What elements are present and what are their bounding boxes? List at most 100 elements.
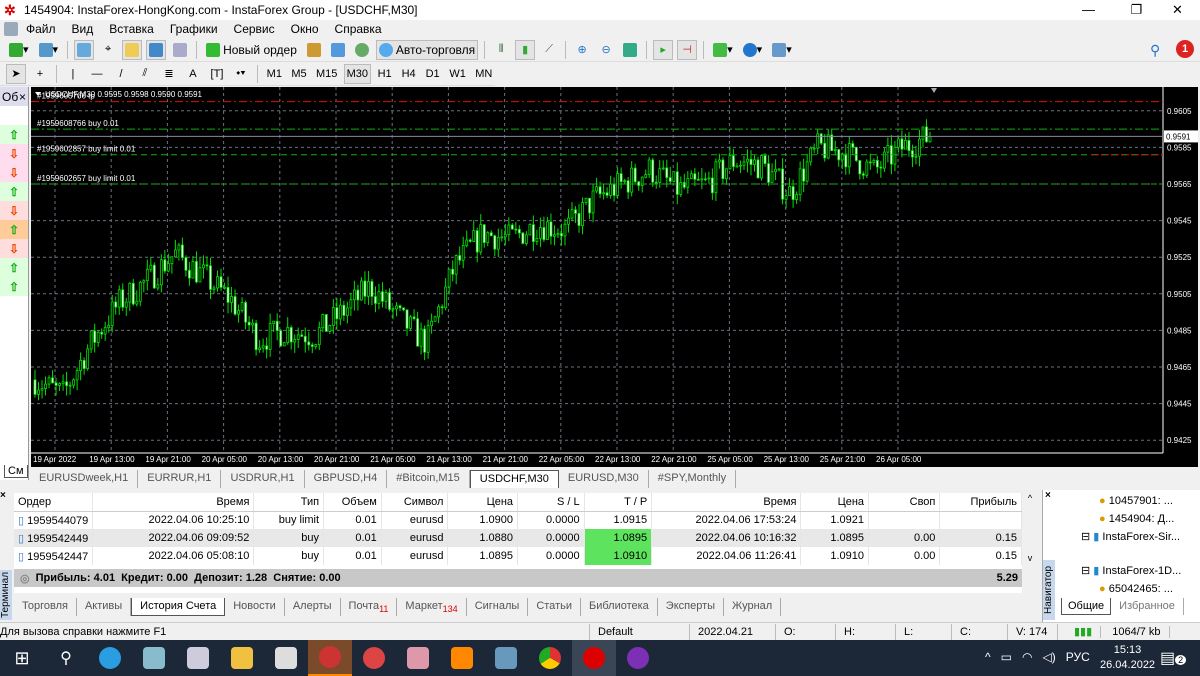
terminal-tab[interactable]: Маркет134: [397, 598, 467, 616]
horizontal-line-tool[interactable]: —: [87, 64, 107, 84]
search-button[interactable]: ⚲: [44, 640, 88, 676]
tree-item-account[interactable]: ● 1454904: Д...: [1059, 510, 1185, 528]
terminal-tab[interactable]: Эксперты: [658, 598, 725, 616]
arrow-down-icon[interactable]: ⇩: [0, 239, 28, 258]
chart-tab[interactable]: #SPY,Monthly: [649, 470, 737, 488]
terminal-tab[interactable]: Активы: [77, 598, 132, 616]
close-button[interactable]: ✕: [1155, 0, 1200, 20]
tree-item-account[interactable]: ● 65042465: ...: [1059, 580, 1185, 598]
app-active[interactable]: [308, 640, 352, 676]
new-chart-button[interactable]: ▾: [6, 40, 32, 60]
table-row[interactable]: ▯ 1959544079 2022.04.06 10:25:10 buy limit…: [14, 511, 1022, 529]
chart-tab[interactable]: USDRUR,H1: [221, 470, 305, 488]
tab-common[interactable]: Общие: [1061, 598, 1112, 615]
navigator-button[interactable]: [122, 39, 143, 60]
panel-tab[interactable]: См: [4, 465, 28, 478]
tree-item-server[interactable]: ⊟ ▮ InstaForex-1D...: [1059, 562, 1185, 580]
timeframe-h4[interactable]: H4: [399, 64, 419, 84]
column-header[interactable]: Своп: [868, 493, 941, 512]
column-header[interactable]: S / L: [517, 493, 585, 512]
column-header[interactable]: Цена: [447, 493, 519, 512]
telegram-app[interactable]: [88, 640, 132, 676]
tab-favorites[interactable]: Избранное: [1111, 598, 1184, 615]
market-watch-button[interactable]: [74, 39, 95, 60]
terminal-tab[interactable]: Журнал: [724, 598, 782, 616]
close-icon[interactable]: ×: [1045, 490, 1051, 501]
terminal-tab[interactable]: Библиотека: [581, 598, 658, 616]
calculator-app[interactable]: [264, 640, 308, 676]
volume-icon[interactable]: ◁): [1042, 650, 1055, 664]
timeframe-w1[interactable]: W1: [447, 64, 469, 84]
snipping-app[interactable]: [352, 640, 396, 676]
arrow-up-icon[interactable]: [0, 106, 28, 125]
tor-app[interactable]: [616, 640, 660, 676]
bar-chart-button[interactable]: ⫴: [491, 40, 511, 60]
arrow-up-icon[interactable]: ⇧: [0, 277, 28, 296]
profiles-button[interactable]: ▾: [36, 40, 62, 60]
line-chart-button[interactable]: ⟋: [539, 40, 559, 60]
search-icon[interactable]: ⚲: [1150, 42, 1160, 59]
menu-window[interactable]: Окно: [283, 22, 327, 36]
indicators-button[interactable]: ▾: [710, 40, 736, 60]
notifications-badge[interactable]: 1: [1176, 40, 1194, 58]
arrow-down-icon[interactable]: ⇩: [0, 201, 28, 220]
data-window-button[interactable]: ⌖: [98, 40, 118, 60]
clock[interactable]: 15:13 26.04.2022: [1100, 643, 1155, 673]
price-chart[interactable]: 0.9605 0.9585 0.9565 0.9545 0.9525 0.9505 0.94…: [31, 87, 1198, 467]
minimize-button[interactable]: —: [1066, 0, 1111, 20]
chart-tab[interactable]: EURUSD,M30: [559, 470, 649, 488]
cursor-tool[interactable]: ➤: [6, 63, 26, 84]
templates-button[interactable]: ▾: [769, 40, 795, 60]
restore-button[interactable]: ❐: [1114, 0, 1159, 20]
terminal-tab[interactable]: Статьи: [528, 598, 581, 616]
community-button[interactable]: [328, 40, 348, 60]
arrow-up-icon[interactable]: ⇧: [0, 258, 28, 277]
timeframe-m1[interactable]: M1: [264, 64, 285, 84]
terminal-tab[interactable]: Сигналы: [467, 598, 529, 616]
menu-view[interactable]: Вид: [64, 22, 102, 36]
candlestick-button[interactable]: ▮: [515, 39, 536, 60]
close-icon[interactable]: ×: [0, 490, 12, 501]
language-indicator[interactable]: РУС: [1066, 650, 1090, 664]
timeframe-mn[interactable]: MN: [473, 64, 495, 84]
arrow-up-icon[interactable]: ⇧: [0, 182, 28, 201]
terminal-tab[interactable]: Почта11: [341, 598, 398, 616]
table-row[interactable]: ▯ 1959542449 2022.04.06 09:09:52 buy 0.01 eu…: [14, 529, 1022, 547]
arrow-up-icon[interactable]: ⇧: [0, 125, 28, 144]
chevron-up-icon[interactable]: ^: [985, 650, 991, 664]
menu-tools[interactable]: Сервис: [226, 22, 283, 36]
terminal-tab[interactable]: Новости: [225, 598, 285, 616]
chrome-app[interactable]: [528, 640, 572, 676]
terminal-button[interactable]: [146, 39, 167, 60]
timeframe-m30[interactable]: M30: [344, 63, 371, 84]
equidistant-channel-tool[interactable]: ⫽: [135, 64, 155, 84]
close-icon[interactable]: ×: [19, 90, 26, 104]
chart-tab[interactable]: EURRUR,H1: [138, 470, 222, 488]
arrow-down-icon[interactable]: ⇩: [0, 144, 28, 163]
start-button[interactable]: ⊞: [0, 640, 44, 676]
column-header[interactable]: Время: [92, 493, 255, 512]
network-app[interactable]: [484, 640, 528, 676]
tile-windows-button[interactable]: [620, 40, 640, 60]
text-tool[interactable]: A: [183, 64, 203, 84]
paint-app[interactable]: [396, 640, 440, 676]
auto-trading-button[interactable]: Авто-торговля: [375, 39, 479, 60]
chart-tab[interactable]: EURUSDweek,H1: [30, 470, 139, 488]
zoom-out-button[interactable]: ⊖: [596, 40, 616, 60]
column-header[interactable]: Цена: [800, 493, 870, 512]
terminal-tab[interactable]: Алерты: [285, 598, 341, 616]
media-app[interactable]: [440, 640, 484, 676]
remote-app[interactable]: [176, 640, 220, 676]
column-header[interactable]: Ордер: [14, 493, 94, 512]
timeframe-d1[interactable]: D1: [423, 64, 443, 84]
column-header[interactable]: Прибыль: [939, 493, 1022, 512]
signals-button[interactable]: [352, 40, 372, 60]
text-label-tool[interactable]: [T]: [207, 64, 227, 84]
table-row[interactable]: ▯ 1959542447 2022.04.06 05:08:10 buy 0.01 eu…: [14, 547, 1022, 565]
timeframe-h1[interactable]: H1: [375, 64, 395, 84]
wifi-icon[interactable]: ◠: [1022, 650, 1032, 664]
tree-item-server[interactable]: ⊟ ▮ InstaForex-Sir...: [1059, 528, 1185, 546]
vertical-scrollbar[interactable]: ^ v: [1022, 493, 1038, 593]
menu-charts[interactable]: Графики: [162, 22, 226, 36]
crosshair-tool[interactable]: +: [30, 64, 50, 84]
